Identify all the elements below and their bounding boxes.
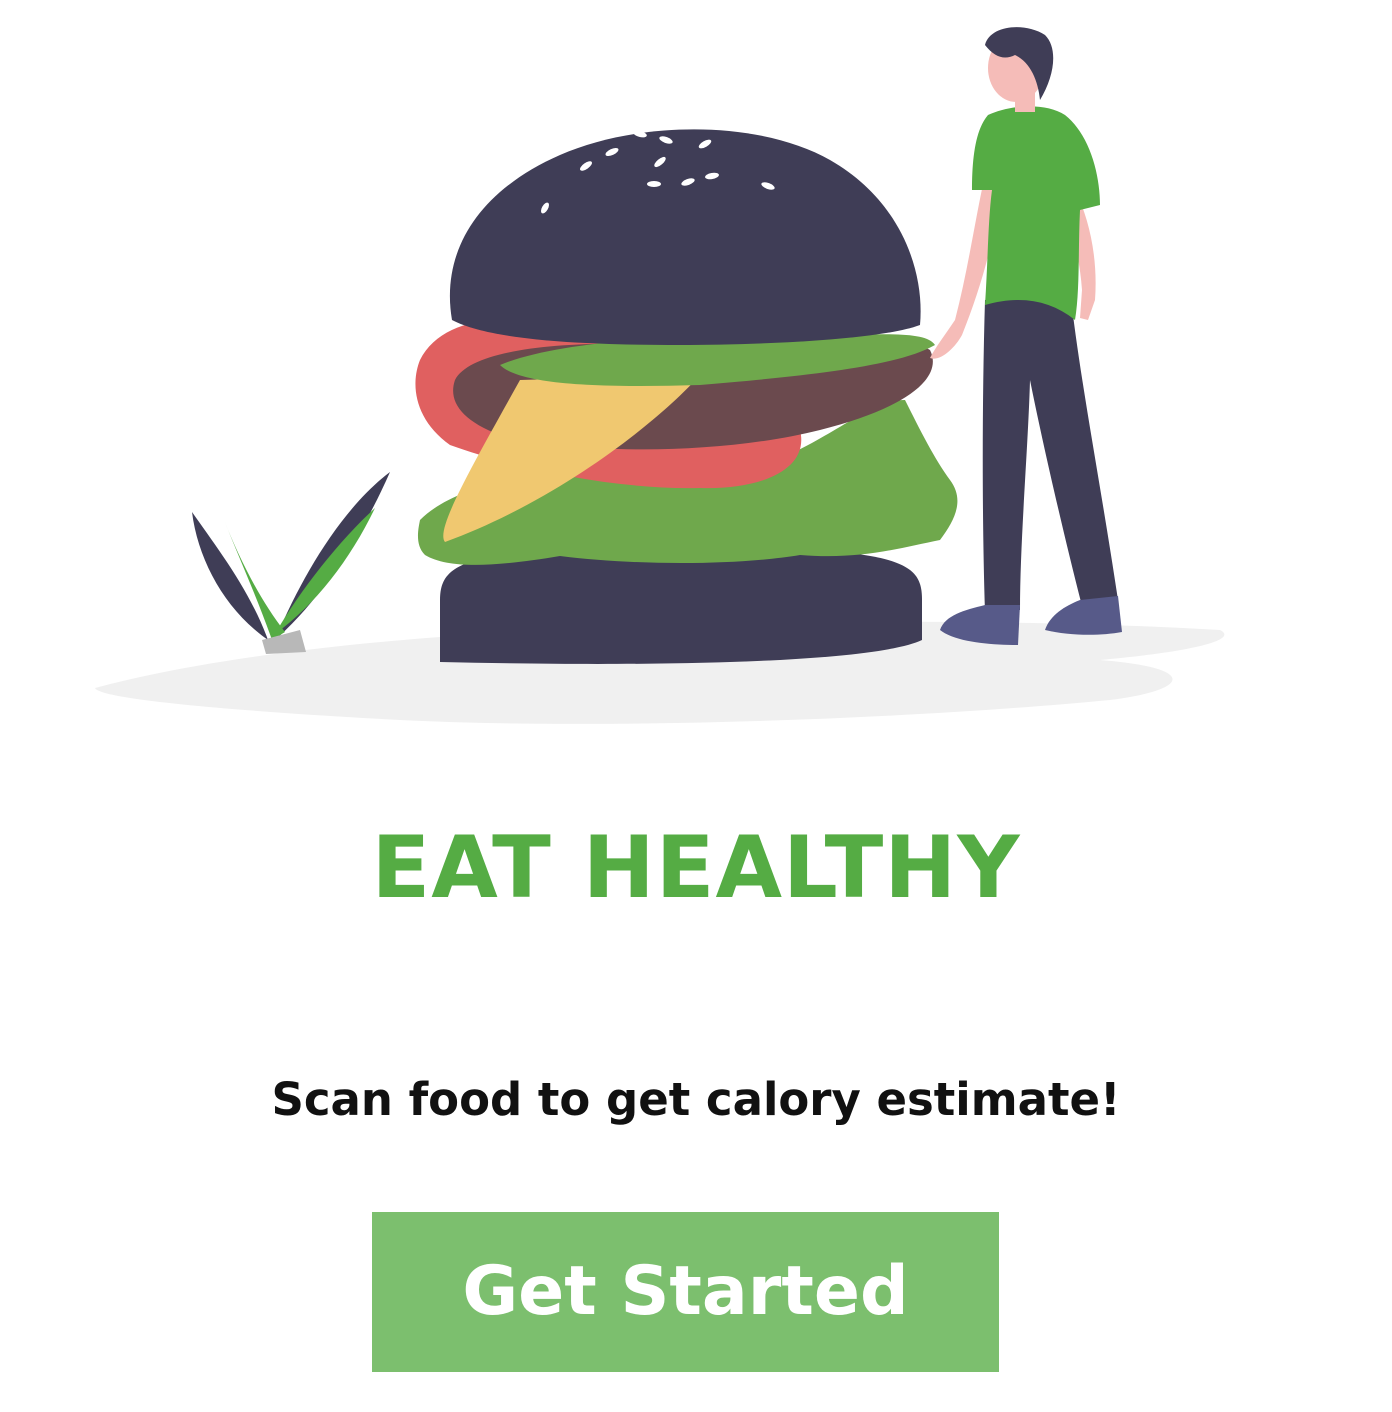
top-bun: [449, 129, 921, 345]
bottom-bun: [440, 546, 922, 664]
page-title: EAT HEALTHY: [371, 818, 1021, 918]
burger-and-person-illustration: [95, 27, 1225, 724]
person-figure: [930, 27, 1122, 645]
get-started-button[interactable]: Get Started: [372, 1212, 999, 1372]
subtitle: Scan food to get calory estimate!: [271, 1073, 1121, 1126]
plant-icon: [192, 472, 390, 654]
